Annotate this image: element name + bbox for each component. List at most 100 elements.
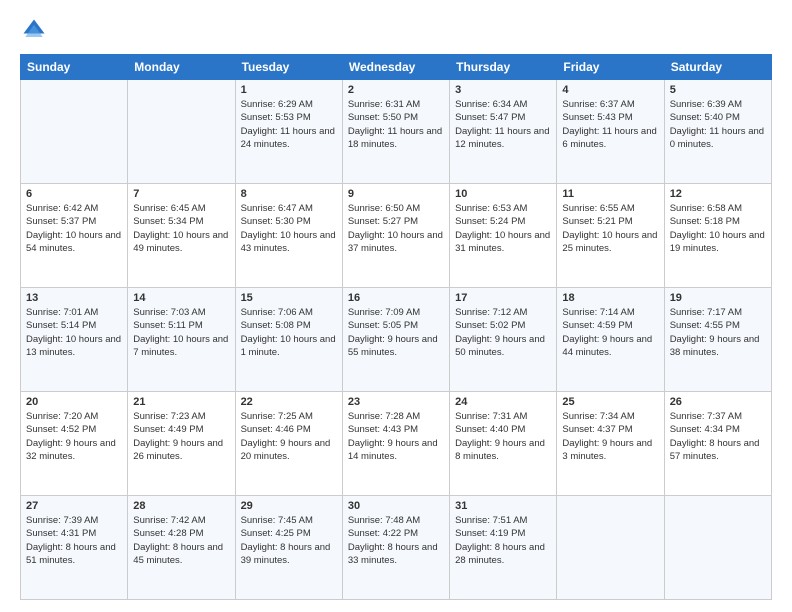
day-number: 5	[670, 84, 766, 96]
calendar-cell: 27 Sunrise: 7:39 AM Sunset: 4:31 PM Dayli…	[21, 496, 128, 600]
day-info: Sunrise: 6:58 AM Sunset: 5:18 PM Dayligh…	[670, 202, 766, 255]
day-number: 2	[348, 84, 444, 96]
calendar-cell: 24 Sunrise: 7:31 AM Sunset: 4:40 PM Dayli…	[450, 392, 557, 496]
day-number: 10	[455, 188, 551, 200]
day-number: 7	[133, 188, 229, 200]
week-row-2: 6 Sunrise: 6:42 AM Sunset: 5:37 PM Daylig…	[21, 184, 772, 288]
calendar-cell: 12 Sunrise: 6:58 AM Sunset: 5:18 PM Dayli…	[664, 184, 771, 288]
calendar-cell: 22 Sunrise: 7:25 AM Sunset: 4:46 PM Dayli…	[235, 392, 342, 496]
day-number: 8	[241, 188, 337, 200]
day-info: Sunrise: 7:12 AM Sunset: 5:02 PM Dayligh…	[455, 306, 551, 359]
calendar-cell: 29Sunrise: 7:45 AM Sunset: 4:25 PM Dayli…	[235, 496, 342, 600]
day-number: 20	[26, 396, 122, 408]
day-info: Sunrise: 6:31 AM Sunset: 5:50 PM Dayligh…	[348, 98, 444, 151]
day-number: 18	[562, 292, 658, 304]
day-info: Sunrise: 7:28 AM Sunset: 4:43 PM Dayligh…	[348, 410, 444, 463]
calendar-cell: 6 Sunrise: 6:42 AM Sunset: 5:37 PM Daylig…	[21, 184, 128, 288]
day-number: 9	[348, 188, 444, 200]
day-number: 4	[562, 84, 658, 96]
week-row-5: 27 Sunrise: 7:39 AM Sunset: 4:31 PM Dayli…	[21, 496, 772, 600]
weekday-header-thursday: Thursday	[450, 55, 557, 80]
calendar-cell: 8 Sunrise: 6:47 AM Sunset: 5:30 PM Daylig…	[235, 184, 342, 288]
day-info: Sunrise: 6:45 AM Sunset: 5:34 PM Dayligh…	[133, 202, 229, 255]
calendar-cell: 20 Sunrise: 7:20 AM Sunset: 4:52 PM Dayli…	[21, 392, 128, 496]
calendar-cell: 23 Sunrise: 7:28 AM Sunset: 4:43 PM Dayli…	[342, 392, 449, 496]
day-number: 23	[348, 396, 444, 408]
day-info: Sunrise: 7:03 AM Sunset: 5:11 PM Dayligh…	[133, 306, 229, 359]
day-info: Sunrise: 7:34 AM Sunset: 4:37 PM Dayligh…	[562, 410, 658, 463]
page: SundayMondayTuesdayWednesdayThursdayFrid…	[0, 0, 792, 612]
weekday-header-wednesday: Wednesday	[342, 55, 449, 80]
day-number: 6	[26, 188, 122, 200]
week-row-3: 13 Sunrise: 7:01 AM Sunset: 5:14 PM Dayli…	[21, 288, 772, 392]
calendar-cell	[21, 80, 128, 184]
calendar-table: SundayMondayTuesdayWednesdayThursdayFrid…	[20, 54, 772, 600]
calendar-cell: 19 Sunrise: 7:17 AM Sunset: 4:55 PM Dayli…	[664, 288, 771, 392]
day-number: 30	[348, 500, 444, 512]
day-info: Sunrise: 7:48 AM Sunset: 4:22 PM Dayligh…	[348, 514, 444, 567]
calendar-cell: 3Sunrise: 6:34 AM Sunset: 5:47 PM Daylig…	[450, 80, 557, 184]
week-row-4: 20 Sunrise: 7:20 AM Sunset: 4:52 PM Dayli…	[21, 392, 772, 496]
weekday-header-friday: Friday	[557, 55, 664, 80]
calendar-body: 1 Sunrise: 6:29 AM Sunset: 5:53 PM Daylig…	[21, 80, 772, 600]
day-number: 13	[26, 292, 122, 304]
calendar-cell: 15Sunrise: 7:06 AM Sunset: 5:08 PM Dayli…	[235, 288, 342, 392]
day-number: 31	[455, 500, 551, 512]
calendar-cell: 30 Sunrise: 7:48 AM Sunset: 4:22 PM Dayli…	[342, 496, 449, 600]
day-number: 1	[241, 84, 337, 96]
logo-icon	[20, 16, 48, 44]
calendar-cell: 26 Sunrise: 7:37 AM Sunset: 4:34 PM Dayli…	[664, 392, 771, 496]
day-number: 27	[26, 500, 122, 512]
day-info: Sunrise: 7:39 AM Sunset: 4:31 PM Dayligh…	[26, 514, 122, 567]
day-info: Sunrise: 7:51 AM Sunset: 4:19 PM Dayligh…	[455, 514, 551, 567]
day-info: Sunrise: 7:31 AM Sunset: 4:40 PM Dayligh…	[455, 410, 551, 463]
day-info: Sunrise: 6:34 AM Sunset: 5:47 PM Dayligh…	[455, 98, 551, 151]
calendar-cell: 2 Sunrise: 6:31 AM Sunset: 5:50 PM Daylig…	[342, 80, 449, 184]
day-info: Sunrise: 7:01 AM Sunset: 5:14 PM Dayligh…	[26, 306, 122, 359]
header	[20, 16, 772, 44]
day-info: Sunrise: 7:25 AM Sunset: 4:46 PM Dayligh…	[241, 410, 337, 463]
calendar-cell: 4 Sunrise: 6:37 AM Sunset: 5:43 PM Daylig…	[557, 80, 664, 184]
day-number: 14	[133, 292, 229, 304]
day-number: 19	[670, 292, 766, 304]
calendar-cell	[557, 496, 664, 600]
calendar-cell: 10Sunrise: 6:53 AM Sunset: 5:24 PM Dayli…	[450, 184, 557, 288]
calendar-cell: 9 Sunrise: 6:50 AM Sunset: 5:27 PM Daylig…	[342, 184, 449, 288]
day-info: Sunrise: 6:29 AM Sunset: 5:53 PM Dayligh…	[241, 98, 337, 151]
calendar-cell: 17 Sunrise: 7:12 AM Sunset: 5:02 PM Dayli…	[450, 288, 557, 392]
weekday-header-tuesday: Tuesday	[235, 55, 342, 80]
day-number: 22	[241, 396, 337, 408]
calendar-cell: 14 Sunrise: 7:03 AM Sunset: 5:11 PM Dayli…	[128, 288, 235, 392]
day-info: Sunrise: 7:45 AM Sunset: 4:25 PM Dayligh…	[241, 514, 337, 567]
day-info: Sunrise: 7:17 AM Sunset: 4:55 PM Dayligh…	[670, 306, 766, 359]
weekday-header-saturday: Saturday	[664, 55, 771, 80]
day-number: 17	[455, 292, 551, 304]
day-number: 24	[455, 396, 551, 408]
weekday-header-monday: Monday	[128, 55, 235, 80]
day-info: Sunrise: 7:20 AM Sunset: 4:52 PM Dayligh…	[26, 410, 122, 463]
day-number: 25	[562, 396, 658, 408]
calendar-cell: 18Sunrise: 7:14 AM Sunset: 4:59 PM Dayli…	[557, 288, 664, 392]
day-info: Sunrise: 7:06 AM Sunset: 5:08 PM Dayligh…	[241, 306, 337, 359]
calendar-cell: 31 Sunrise: 7:51 AM Sunset: 4:19 PM Dayli…	[450, 496, 557, 600]
day-info: Sunrise: 7:42 AM Sunset: 4:28 PM Dayligh…	[133, 514, 229, 567]
day-number: 26	[670, 396, 766, 408]
calendar-cell: 13 Sunrise: 7:01 AM Sunset: 5:14 PM Dayli…	[21, 288, 128, 392]
day-info: Sunrise: 6:37 AM Sunset: 5:43 PM Dayligh…	[562, 98, 658, 151]
day-info: Sunrise: 7:23 AM Sunset: 4:49 PM Dayligh…	[133, 410, 229, 463]
weekday-header-sunday: Sunday	[21, 55, 128, 80]
day-info: Sunrise: 6:50 AM Sunset: 5:27 PM Dayligh…	[348, 202, 444, 255]
day-info: Sunrise: 6:47 AM Sunset: 5:30 PM Dayligh…	[241, 202, 337, 255]
day-info: Sunrise: 6:42 AM Sunset: 5:37 PM Dayligh…	[26, 202, 122, 255]
calendar-cell: 21 Sunrise: 7:23 AM Sunset: 4:49 PM Dayli…	[128, 392, 235, 496]
day-number: 11	[562, 188, 658, 200]
calendar-cell: 11Sunrise: 6:55 AM Sunset: 5:21 PM Dayli…	[557, 184, 664, 288]
day-info: Sunrise: 7:37 AM Sunset: 4:34 PM Dayligh…	[670, 410, 766, 463]
day-number: 21	[133, 396, 229, 408]
day-number: 28	[133, 500, 229, 512]
calendar-cell: 16Sunrise: 7:09 AM Sunset: 5:05 PM Dayli…	[342, 288, 449, 392]
day-number: 12	[670, 188, 766, 200]
calendar-cell: 28 Sunrise: 7:42 AM Sunset: 4:28 PM Dayli…	[128, 496, 235, 600]
week-row-1: 1 Sunrise: 6:29 AM Sunset: 5:53 PM Daylig…	[21, 80, 772, 184]
logo	[20, 16, 52, 44]
